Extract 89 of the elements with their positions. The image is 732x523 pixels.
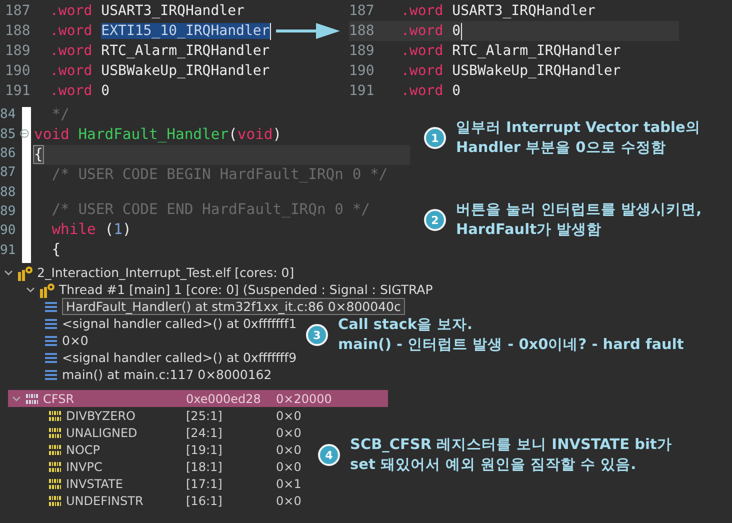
code-text: */ [52,106,70,123]
code-text: 0 [101,83,110,99]
field-name: UNALIGNED [66,426,138,440]
line-number: 89 [0,204,16,220]
code-text: while [52,221,96,238]
code-text: /* USER CODE END HardFault_IRQn 0 */ [52,201,370,218]
code-text: { [34,146,43,163]
line-number: 188 [349,23,376,39]
code-keyword: .word [401,43,444,59]
stack-frame[interactable]: <signal handler called>() at 0xfffffff9 [62,350,297,365]
code-text: USBWakeUp_IRQHandler [101,63,270,79]
register-address: 0xe000ed28 [186,392,262,406]
field-value: 0×0 [276,442,302,456]
line-number: 188 [5,23,32,39]
selected-text: EXTI15_10_IRQHandler [101,23,270,39]
line-number: 191 [349,83,376,99]
stack-frame[interactable]: HardFault_Handler() at stm32f1xx_it.c:86 0×800040c [62,298,405,315]
code-text: void [34,126,70,143]
step-badge: 3 [306,324,328,346]
field-value: 0×0 [276,460,302,474]
register-row[interactable]: CFSR 0xe000ed28 0×20000 [8,390,388,407]
line-number: 85 [0,126,16,142]
line-number: 84 [0,107,16,122]
code-text: 1 [114,221,122,238]
code-keyword: .word [401,63,444,79]
code-text: USART3_IRQHandler [452,3,596,19]
line-number: 189 [5,43,32,59]
field-value: 0×0 [276,494,302,508]
stack-frame[interactable]: 0×0 [62,333,88,348]
code-text: USBWakeUp_IRQHandler [452,63,621,79]
line-number: 88 [0,184,16,200]
field-bits: [17:1] [186,476,224,490]
step-badge: 2 [424,209,446,231]
code-keyword: .word [401,83,444,99]
line-number: 187 [5,3,32,19]
annotation-text: SCB_CFSR 레지스터를 보니 INVSTATE bit가 set 돼있어서 예외 원인을 짐작할 수 있음. [350,436,672,475]
code-keyword: .word [50,63,92,79]
code-text: 0 [452,83,461,99]
line-number: 187 [349,3,376,19]
code-keyword: .word [401,23,444,39]
tree-item[interactable]: 2_Interaction_Interrupt_Test.elf [cores: 0] [37,265,294,280]
code-text: ( [104,221,114,238]
stack-frame[interactable]: main() at main.c:117 0×8000162 [62,367,272,382]
field-bits: [18:1] [186,460,224,474]
code-text: HardFault_Handler [78,126,229,143]
register-value: 0×20000 [276,392,332,406]
field-bits: [16:1] [186,494,224,508]
code-text: /* USER CODE BEGIN HardFault_IRQn 0 */ [52,166,388,183]
line-number: 86 [0,146,16,161]
field-value: 0×1 [276,476,302,490]
stack-frame[interactable]: <signal handler called>() at 0xfffffff1 [62,316,297,331]
field-name: NOCP [66,442,100,456]
code-text: ) [122,221,132,238]
code-keyword: .word [401,3,444,19]
field-value: 0×0 [276,426,302,440]
code-keyword: .word [50,3,92,19]
field-name: INVPC [66,460,102,474]
field-bits: [25:1] [186,408,224,422]
register-name: CFSR [43,392,74,406]
field-bits: [24:1] [186,426,224,440]
field-value: 0×0 [276,408,302,422]
field-bits: [19:1] [186,442,224,456]
line-number: 190 [349,63,376,79]
code-text: ) [272,126,282,143]
tree-item[interactable]: Thread #1 [main] 1 [core: 0] (Suspended : Signal : SIGTRAP [59,282,433,297]
code-text: RTC_Alarm_IRQHandler [101,43,270,59]
code-text: 0 [452,23,461,39]
code-text: { [52,241,61,258]
annotation-text: 일부러 Interrupt Vector table의 Handler 부분을 0으로 수정함 [456,119,700,158]
code-keyword: .word [50,43,92,59]
line-number: 87 [0,165,16,180]
field-name: UNDEFINSTR [66,494,144,508]
field-name: DIVBYZERO [66,408,136,422]
line-number: 91 [0,242,16,258]
annotation-text: 버튼을 눌러 인터럽트를 발생시키면, HardFault가 발생함 [456,201,702,240]
field-name: INVSTATE [66,476,123,490]
step-badge: 1 [424,127,446,149]
line-number: 189 [349,43,376,59]
code-text: ( [228,126,238,143]
line-number: 90 [0,223,16,238]
line-number: 190 [5,63,32,79]
code-text: RTC_Alarm_IRQHandler [452,43,621,59]
code-keyword: .word [50,23,92,39]
step-badge: 4 [318,444,340,466]
code-text: USART3_IRQHandler [101,3,244,19]
code-keyword: .word [50,83,92,99]
annotation-text: Call stack을 보자. main() - 인터럽트 발생 - 0x0이네? - hard fault [338,316,684,355]
code-text: void [237,126,273,143]
line-number: 191 [5,83,32,99]
